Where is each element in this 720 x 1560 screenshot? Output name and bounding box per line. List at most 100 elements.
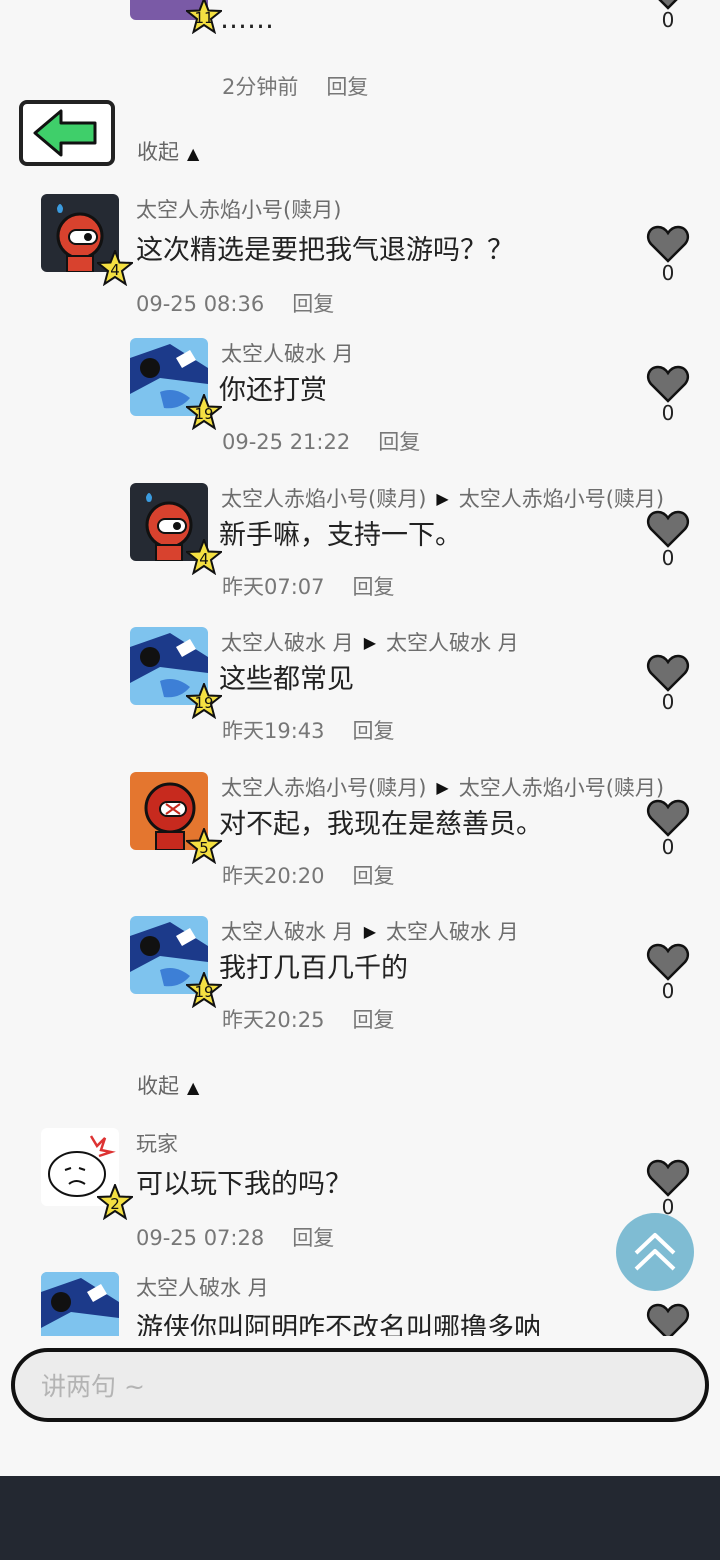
like-button[interactable]: 0 xyxy=(644,225,692,283)
like-button[interactable]: 0 xyxy=(644,1159,692,1217)
reply-time: 昨天20:25 xyxy=(222,1008,325,1032)
comment-text: 可以玩下我的吗？ xyxy=(136,1169,352,1200)
reply-meta: 昨天20:20 回复 xyxy=(222,860,395,890)
reply-button[interactable]: 回复 xyxy=(326,75,368,99)
reply-meta: 昨天19:43 回复 xyxy=(222,715,395,745)
reply-arrow-icon: ▶ xyxy=(436,489,449,508)
avatar[interactable]: 4 xyxy=(41,194,133,286)
reply-text: 新手嘛，支持一下。 xyxy=(219,520,462,551)
heart-icon xyxy=(646,225,690,263)
triangle-up-icon: ▲ xyxy=(187,1078,200,1097)
comment-author[interactable]: 太空人破水 月 xyxy=(136,1272,269,1302)
comment-input[interactable]: 讲两句 ~ xyxy=(11,1348,709,1422)
reply-arrow-icon: ▶ xyxy=(363,922,376,941)
like-count: 0 xyxy=(661,835,675,859)
reply-author[interactable]: 太空人破水 月 xyxy=(221,920,354,944)
reply-author-line: 太空人赤焰小号(赎月) ▶ 太空人赤焰小号(赎月) xyxy=(221,483,664,513)
avatar[interactable] xyxy=(41,1272,119,1336)
comment-text: 游侠你叫阿明咋不改名叫哪撸多呐 xyxy=(136,1313,541,1336)
like-button[interactable]: 0 xyxy=(644,799,692,857)
comment-time: 2分钟前 xyxy=(222,75,299,99)
like-button[interactable]: 0 xyxy=(644,510,692,568)
heart-icon xyxy=(646,1159,690,1197)
level-badge: 4 xyxy=(186,539,222,575)
reply-author-line: 太空人赤焰小号(赎月) ▶ 太空人赤焰小号(赎月) xyxy=(221,772,664,802)
double-chevron-up-icon xyxy=(634,1233,676,1271)
heart-icon xyxy=(646,943,690,981)
reply-author[interactable]: 太空人破水 月 xyxy=(221,631,354,655)
level-badge: 5 xyxy=(186,828,222,864)
avatar[interactable]: 5 xyxy=(130,772,222,864)
reply-time: 昨天20:20 xyxy=(222,864,325,888)
reply-target[interactable]: 太空人赤焰小号(赎月) xyxy=(459,487,664,511)
like-button[interactable]: 0 xyxy=(644,654,692,712)
reply-author[interactable]: 太空人赤焰小号(赎月) xyxy=(221,487,426,511)
reply-button[interactable]: 回复 xyxy=(353,1008,395,1032)
reply-target[interactable]: 太空人破水 月 xyxy=(386,920,519,944)
reply-target[interactable]: 太空人赤焰小号(赎月) xyxy=(459,776,664,800)
reply-meta: 昨天20:25 回复 xyxy=(222,1004,395,1034)
comment-time: 09-25 07:28 xyxy=(136,1226,265,1250)
heart-icon xyxy=(646,510,690,548)
level-badge: 19 xyxy=(186,394,222,430)
comment-meta: 09-25 08:36 回复 xyxy=(136,288,334,318)
reply-author-line: 太空人破水 月 xyxy=(221,338,354,368)
reply-text: 你还打赏 xyxy=(219,375,327,406)
reply-item: 19 太空人破水 月 ▶ 太空人破水 月我打几百几千的昨天20:25 回复 0 xyxy=(0,912,720,1042)
like-count: 0 xyxy=(661,261,675,285)
reply-button[interactable]: 回复 xyxy=(292,1226,334,1250)
comment-screen: 11 …… 2分钟前 回复 0 收起 ▲ 4 太空人赤焰小号(赎月) 这次精选是… xyxy=(0,0,720,1560)
reply-text: 对不起，我现在是慈善员。 xyxy=(219,809,543,840)
comment-text: …… xyxy=(220,4,274,35)
comment-item: 4 太空人赤焰小号(赎月) 这次精选是要把我气退游吗？？ 09-25 08:36… xyxy=(0,190,720,320)
reply-meta: 昨天07:07 回复 xyxy=(222,571,395,601)
level-badge: 4 xyxy=(97,250,133,286)
heart-icon xyxy=(646,365,690,403)
reply-text: 这些都常见 xyxy=(219,664,354,695)
reply-button[interactable]: 回复 xyxy=(292,292,334,316)
back-button[interactable] xyxy=(19,100,115,166)
avatar[interactable]: 19 xyxy=(130,627,222,719)
like-button[interactable]: 0 xyxy=(644,943,692,1001)
triangle-up-icon: ▲ xyxy=(187,144,200,163)
reply-author[interactable]: 太空人破水 月 xyxy=(221,342,354,366)
avatar[interactable]: 4 xyxy=(130,483,222,575)
reply-button[interactable]: 回复 xyxy=(353,575,395,599)
level-badge: 19 xyxy=(186,972,222,1008)
reply-text: 我打几百几千的 xyxy=(219,953,408,984)
comment-author[interactable]: 太空人赤焰小号(赎月) xyxy=(136,194,341,224)
reply-target[interactable]: 太空人破水 月 xyxy=(386,631,519,655)
reply-item: 5 太空人赤焰小号(赎月) ▶ 太空人赤焰小号(赎月) 对不起，我现在是慈善员。 昨天20… xyxy=(0,768,720,898)
comment-item: 2 玩家 可以玩下我的吗？ 09-25 07:28 回复 0 xyxy=(0,1124,720,1254)
reply-button[interactable]: 回复 xyxy=(378,430,420,454)
reply-author[interactable]: 太空人赤焰小号(赎月) xyxy=(221,776,426,800)
comment-author[interactable]: 玩家 xyxy=(136,1128,178,1158)
heart-icon xyxy=(646,654,690,692)
avatar[interactable]: 2 xyxy=(41,1128,133,1220)
reply-author-line: 太空人破水 月 ▶ 太空人破水 月 xyxy=(221,627,519,657)
like-button[interactable]: 0 xyxy=(644,0,692,30)
left-arrow-icon xyxy=(33,109,97,157)
collapse-toggle[interactable]: 收起 ▲ xyxy=(137,1070,199,1100)
like-count: 0 xyxy=(661,8,675,32)
reply-button[interactable]: 回复 xyxy=(353,864,395,888)
reply-time: 09-25 21:22 xyxy=(222,430,351,454)
like-count: 0 xyxy=(661,690,675,714)
scroll-to-top-button[interactable] xyxy=(616,1213,694,1291)
level-badge: 19 xyxy=(186,683,222,719)
reply-button[interactable]: 回复 xyxy=(353,719,395,743)
reply-meta: 09-25 21:22 回复 xyxy=(222,426,420,456)
like-button[interactable] xyxy=(644,1303,692,1336)
avatar[interactable]: 19 xyxy=(130,338,222,430)
collapse-toggle[interactable]: 收起 ▲ xyxy=(137,136,199,166)
input-placeholder: 讲两句 ~ xyxy=(41,1372,145,1401)
reply-author-line: 太空人破水 月 ▶ 太空人破水 月 xyxy=(221,916,519,946)
reply-item: 4 太空人赤焰小号(赎月) ▶ 太空人赤焰小号(赎月) 新手嘛，支持一下。 昨天07:07… xyxy=(0,479,720,609)
heart-icon xyxy=(646,799,690,837)
avatar[interactable]: 19 xyxy=(130,916,222,1008)
comment-item: 太空人破水 月 游侠你叫阿明咋不改名叫哪撸多呐 xyxy=(0,1268,720,1336)
reply-item: 19 太空人破水 月你还打赏 09-25 21:22 回复 0 xyxy=(0,334,720,464)
reply-arrow-icon: ▶ xyxy=(363,633,376,652)
like-button[interactable]: 0 xyxy=(644,365,692,423)
reply-time: 昨天19:43 xyxy=(222,719,325,743)
